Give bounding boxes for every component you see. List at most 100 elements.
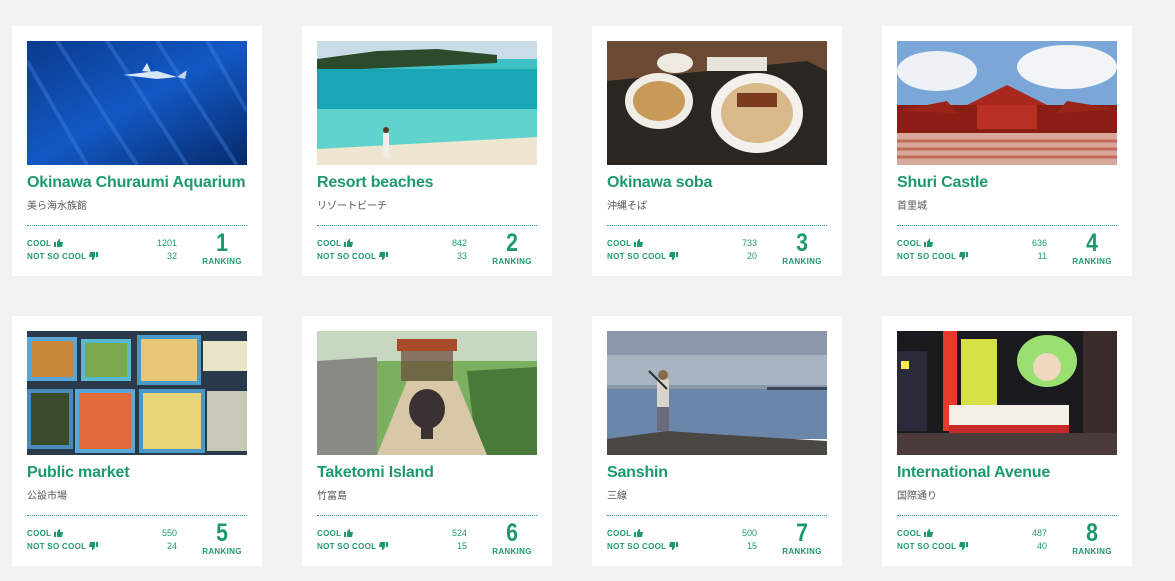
cool-row[interactable]: COOL 733 <box>607 238 757 249</box>
not-cool-row[interactable]: NOT SO COOL 24 <box>27 541 177 552</box>
spot-card[interactable]: Okinawa Churaumi Aquarium 美ら海水族館 COOL 12… <box>12 26 262 276</box>
cool-label: COOL <box>607 239 632 248</box>
avenue-photo[interactable] <box>897 331 1117 455</box>
rank-number: 8 <box>1086 519 1098 547</box>
spot-name[interactable]: Resort beaches <box>317 174 542 192</box>
divider <box>27 225 247 226</box>
island-photo[interactable] <box>317 331 537 455</box>
spot-name-ja: 沖縄そば <box>607 201 647 212</box>
spot-name-ja: 三線 <box>607 491 627 502</box>
cool-label: COOL <box>897 529 922 538</box>
spot-name-ja: リゾートビーチ <box>317 201 387 212</box>
divider <box>897 225 1117 226</box>
rank-number: 4 <box>1086 229 1098 257</box>
spot-name[interactable]: International Avenue <box>897 464 1122 482</box>
cool-count: 842 <box>451 238 467 248</box>
spot-card[interactable]: Okinawa soba 沖縄そば COOL 733 NOT SO COOL 2… <box>592 26 842 276</box>
spot-name-ja: 首里城 <box>897 201 927 212</box>
cool-row[interactable]: COOL 1201 <box>27 238 177 249</box>
not-cool-row[interactable]: NOT SO COOL 15 <box>607 541 757 552</box>
not-cool-row[interactable]: NOT SO COOL 32 <box>27 251 177 262</box>
cool-label: COOL <box>317 529 342 538</box>
cool-count: 500 <box>741 528 757 538</box>
spot-card[interactable]: Shuri Castle 首里城 COOL 636 NOT SO COOL 11… <box>882 26 1132 276</box>
not-cool-row[interactable]: NOT SO COOL 15 <box>317 541 467 552</box>
cool-label: COOL <box>897 239 922 248</box>
aquarium-photo[interactable] <box>27 41 247 165</box>
divider <box>607 225 827 226</box>
cool-row[interactable]: COOL 487 <box>897 528 1047 539</box>
not-cool-row[interactable]: NOT SO COOL 11 <box>897 251 1047 262</box>
cool-count: 550 <box>161 528 177 538</box>
not-cool-label: NOT SO COOL <box>317 252 377 261</box>
cool-count: 487 <box>1031 528 1047 538</box>
not-cool-label: NOT SO COOL <box>317 542 377 551</box>
thumbs-up-icon[interactable] <box>924 239 934 247</box>
ranking-label: RANKING <box>202 547 242 556</box>
spot-name[interactable]: Taketomi Island <box>317 464 542 482</box>
spot-name[interactable]: Okinawa Churaumi Aquarium <box>27 174 252 192</box>
cool-row[interactable]: COOL 524 <box>317 528 467 539</box>
not-cool-label: NOT SO COOL <box>897 252 957 261</box>
thumbs-up-icon[interactable] <box>634 239 644 247</box>
castle-photo[interactable] <box>897 41 1117 165</box>
spot-name[interactable]: Public market <box>27 464 252 482</box>
not-cool-row[interactable]: NOT SO COOL 20 <box>607 251 757 262</box>
cool-row[interactable]: COOL 636 <box>897 238 1047 249</box>
not-cool-count: 24 <box>166 541 177 551</box>
spot-card[interactable]: Taketomi Island 竹富島 COOL 524 NOT SO COOL… <box>302 316 552 566</box>
spot-card[interactable]: Public market 公設市場 COOL 550 NOT SO COOL … <box>12 316 262 566</box>
spot-card[interactable]: Sanshin 三線 COOL 500 NOT SO COOL 15 7 RAN… <box>592 316 842 566</box>
thumbs-down-icon[interactable] <box>89 542 99 550</box>
not-cool-count: 40 <box>1036 541 1047 551</box>
cool-label: COOL <box>607 529 632 538</box>
ranking-label: RANKING <box>1072 547 1112 556</box>
spot-card[interactable]: International Avenue 国際通り COOL 487 NOT S… <box>882 316 1132 566</box>
spot-name[interactable]: Sanshin <box>607 464 832 482</box>
thumbs-down-icon[interactable] <box>379 542 389 550</box>
spot-name-ja: 美ら海水族館 <box>27 201 87 212</box>
cool-row[interactable]: COOL 550 <box>27 528 177 539</box>
beach-photo[interactable] <box>317 41 537 165</box>
ranking-label: RANKING <box>492 257 532 266</box>
not-cool-label: NOT SO COOL <box>607 542 667 551</box>
thumbs-down-icon[interactable] <box>669 542 679 550</box>
divider <box>317 515 537 516</box>
cool-count: 733 <box>741 238 757 248</box>
thumbs-down-icon[interactable] <box>959 252 969 260</box>
thumbs-down-icon[interactable] <box>959 542 969 550</box>
rank-number: 2 <box>506 229 518 257</box>
spot-card[interactable]: Resort beaches リゾートビーチ COOL 842 NOT SO C… <box>302 26 552 276</box>
thumbs-down-icon[interactable] <box>379 252 389 260</box>
divider <box>27 515 247 516</box>
spot-name-ja: 国際通り <box>897 491 937 502</box>
not-cool-count: 32 <box>166 251 177 261</box>
thumbs-up-icon[interactable] <box>344 239 354 247</box>
cool-label: COOL <box>27 529 52 538</box>
not-cool-label: NOT SO COOL <box>27 252 87 261</box>
not-cool-label: NOT SO COOL <box>897 542 957 551</box>
not-cool-row[interactable]: NOT SO COOL 33 <box>317 251 467 262</box>
rank-number: 7 <box>796 519 808 547</box>
not-cool-row[interactable]: NOT SO COOL 40 <box>897 541 1047 552</box>
cool-row[interactable]: COOL 500 <box>607 528 757 539</box>
ranking-label: RANKING <box>492 547 532 556</box>
ranking-label: RANKING <box>782 547 822 556</box>
thumbs-up-icon[interactable] <box>54 529 64 537</box>
cool-row[interactable]: COOL 842 <box>317 238 467 249</box>
thumbs-down-icon[interactable] <box>89 252 99 260</box>
rank-number: 6 <box>506 519 518 547</box>
thumbs-up-icon[interactable] <box>54 239 64 247</box>
rank-number: 5 <box>216 519 228 547</box>
thumbs-up-icon[interactable] <box>634 529 644 537</box>
market-photo[interactable] <box>27 331 247 455</box>
thumbs-up-icon[interactable] <box>924 529 934 537</box>
thumbs-up-icon[interactable] <box>344 529 354 537</box>
ranking-grid: Okinawa Churaumi Aquarium 美ら海水族館 COOL 12… <box>0 0 1175 581</box>
spot-name[interactable]: Okinawa soba <box>607 174 832 192</box>
spot-name[interactable]: Shuri Castle <box>897 174 1122 192</box>
sanshin-photo[interactable] <box>607 331 827 455</box>
thumbs-down-icon[interactable] <box>669 252 679 260</box>
cool-count: 1201 <box>156 238 177 248</box>
soba-photo[interactable] <box>607 41 827 165</box>
